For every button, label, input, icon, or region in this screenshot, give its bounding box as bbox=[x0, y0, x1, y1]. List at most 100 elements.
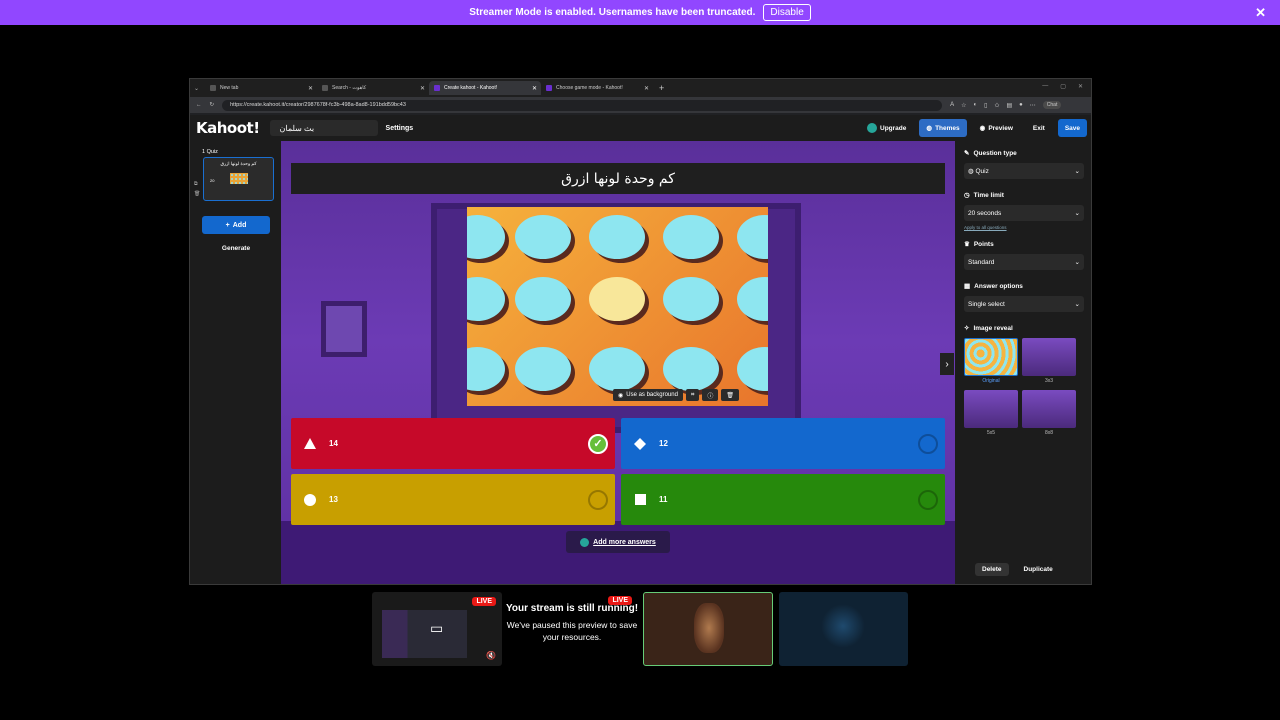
new-tab-icon[interactable]: + bbox=[659, 83, 664, 93]
bubble bbox=[515, 347, 571, 391]
page-icon bbox=[210, 85, 217, 91]
trophy-icon: ♛ bbox=[964, 241, 970, 248]
split-icon[interactable]: ▯ bbox=[984, 102, 987, 109]
read-aloud-icon[interactable]: A bbox=[950, 102, 954, 108]
address-bar: ← ↻ https://create.kahoot.it/creator/298… bbox=[190, 97, 1091, 113]
back-icon[interactable]: ← bbox=[196, 102, 202, 108]
points-select[interactable]: Standard ⌄ bbox=[964, 254, 1084, 270]
reveal-option-5x5[interactable]: 5x5 bbox=[964, 390, 1018, 436]
close-icon[interactable]: ✕ bbox=[1255, 5, 1266, 21]
collections-icon[interactable]: ▤ bbox=[1006, 102, 1012, 109]
close-tab-icon[interactable]: ✕ bbox=[308, 85, 313, 92]
preview-label: Preview bbox=[988, 124, 1013, 132]
time-limit-select[interactable]: 20 seconds ⌄ bbox=[964, 205, 1084, 221]
reveal-thumbnail bbox=[964, 390, 1018, 428]
image-reveal-options: Original 3x3 5x5 8x8 bbox=[964, 338, 1084, 436]
answer-3[interactable]: 13 bbox=[291, 474, 615, 525]
exit-button[interactable]: Exit bbox=[1026, 119, 1052, 137]
stream-screen bbox=[382, 610, 467, 658]
upgrade-button[interactable]: Upgrade bbox=[860, 119, 913, 137]
streamer-mode-banner: Streamer Mode is enabled. Usernames have… bbox=[0, 0, 1280, 25]
reveal-caption: 3x3 bbox=[1044, 378, 1054, 384]
chat-button[interactable]: Chat bbox=[1042, 101, 1062, 109]
add-more-answers-button[interactable]: Add more answers bbox=[566, 531, 670, 553]
stream-preview-3[interactable] bbox=[643, 592, 773, 666]
kahoot-icon bbox=[434, 85, 441, 91]
url-field[interactable]: https://create.kahoot.it/creator/2987678… bbox=[222, 99, 943, 111]
question-settings-panel: ✎ Question type ◍ Quiz ⌄ ◷ Time limit 20 se… bbox=[955, 141, 1091, 584]
bubble bbox=[737, 277, 768, 321]
save-button[interactable]: Save bbox=[1057, 119, 1087, 137]
extension-icon[interactable]: ◐ bbox=[974, 102, 978, 108]
tab-create-kahoot[interactable]: Create kahoot - Kahoot! ✕ bbox=[429, 81, 542, 95]
image-reveal-label: ✧ Image reveal bbox=[964, 324, 1084, 333]
reveal-option-original[interactable]: Original bbox=[964, 338, 1018, 384]
info-icon[interactable]: ⓘ bbox=[702, 389, 719, 401]
duplicate-icon[interactable]: ⧉ bbox=[194, 179, 200, 189]
favorite-icon[interactable]: ☆ bbox=[961, 102, 966, 109]
maximize-icon[interactable]: ▢ bbox=[1060, 83, 1066, 90]
slide-thumbnail[interactable]: كم وحدة لونها ازرق 20 bbox=[203, 157, 274, 201]
close-window-icon[interactable]: ✕ bbox=[1078, 83, 1083, 90]
crop-icon[interactable]: ⌗ bbox=[685, 389, 700, 401]
mute-icon[interactable]: 🔇 bbox=[486, 651, 496, 660]
stream-preview-4[interactable] bbox=[779, 592, 908, 666]
kahoot-title-field[interactable]: بث سلمان bbox=[269, 120, 378, 136]
points-label: ♛ Points bbox=[964, 240, 1084, 249]
themes-label: Themes bbox=[935, 124, 960, 132]
correct-toggle[interactable] bbox=[918, 489, 938, 510]
clock-icon: ◷ bbox=[964, 192, 970, 199]
select-value: Single select bbox=[968, 300, 1005, 308]
close-tab-icon[interactable]: ✕ bbox=[644, 85, 649, 92]
minimize-icon[interactable]: — bbox=[1042, 83, 1048, 90]
disable-button[interactable]: Disable bbox=[763, 4, 811, 21]
settings-button[interactable]: Settings bbox=[386, 125, 414, 132]
add-more-label: Add more answers bbox=[593, 538, 656, 546]
kahoot-logo[interactable]: Kahoot! bbox=[196, 119, 260, 137]
tab-search[interactable]: Search - كاهوت ✕ bbox=[317, 81, 429, 95]
reveal-option-8x8[interactable]: 8x8 bbox=[1022, 390, 1076, 436]
close-tab-icon[interactable]: ✕ bbox=[532, 85, 537, 92]
tab-menu-icon[interactable]: ⌄ bbox=[194, 85, 199, 92]
more-icon[interactable]: ⋯ bbox=[1030, 102, 1036, 109]
close-tab-icon[interactable]: ✕ bbox=[420, 85, 425, 92]
correct-check-icon[interactable]: ✓ bbox=[588, 433, 608, 454]
reload-icon[interactable]: ↻ bbox=[210, 102, 215, 108]
generate-button[interactable]: Generate bbox=[202, 241, 270, 255]
tab-label: New tab bbox=[220, 85, 239, 91]
tab-new-tab[interactable]: New tab ✕ bbox=[205, 81, 317, 95]
answer-1[interactable]: 14 ✓ bbox=[291, 418, 615, 469]
chevron-down-icon: ⌄ bbox=[1074, 301, 1080, 308]
image-toolbar: ◉ Use as background ⌗ ⓘ 🗑 bbox=[613, 389, 739, 401]
kahoot-title: بث سلمان bbox=[279, 123, 315, 133]
bubble bbox=[737, 215, 768, 259]
answer-options-select[interactable]: Single select ⌄ bbox=[964, 296, 1084, 312]
themes-button[interactable]: ◍ Themes bbox=[919, 119, 967, 137]
profile-icon[interactable]: ● bbox=[1019, 102, 1023, 108]
trash-icon[interactable]: 🗑 bbox=[194, 189, 200, 199]
question-image[interactable] bbox=[467, 207, 768, 406]
stream-preview-1[interactable]: ▭ LIVE 🔇 bbox=[372, 592, 502, 666]
delete-button[interactable]: Delete bbox=[975, 563, 1009, 576]
reveal-thumbnail bbox=[1022, 390, 1076, 428]
answer-4[interactable]: 11 bbox=[621, 474, 945, 525]
time-limit-label: ◷ Time limit bbox=[964, 191, 1084, 200]
trash-icon[interactable]: 🗑 bbox=[721, 389, 739, 401]
question-type-select[interactable]: ◍ Quiz ⌄ bbox=[964, 163, 1084, 179]
preview-button[interactable]: ◉ Preview bbox=[973, 119, 1020, 137]
favorites-icon[interactable]: ✩ bbox=[994, 102, 999, 109]
add-question-button[interactable]: + Add bbox=[202, 216, 270, 234]
use-as-background-button[interactable]: ◉ Use as background bbox=[613, 389, 683, 401]
reveal-caption: 5x5 bbox=[986, 430, 996, 436]
apply-to-all-link[interactable]: Apply to all questions bbox=[964, 225, 1084, 230]
tab-choose-game-mode[interactable]: Choose game mode - Kahoot! ✕ bbox=[541, 81, 653, 95]
question-title[interactable]: كم وحدة لونها ازرق bbox=[291, 163, 945, 194]
use-as-background-label: Use as background bbox=[626, 392, 678, 398]
duplicate-button[interactable]: Duplicate bbox=[1017, 563, 1060, 576]
chevron-right-icon[interactable]: › bbox=[940, 353, 954, 375]
correct-toggle[interactable] bbox=[918, 433, 938, 454]
bubble bbox=[589, 347, 645, 391]
answer-2[interactable]: 12 bbox=[621, 418, 945, 469]
correct-toggle[interactable] bbox=[588, 489, 608, 510]
reveal-option-3x3[interactable]: 3x3 bbox=[1022, 338, 1076, 384]
